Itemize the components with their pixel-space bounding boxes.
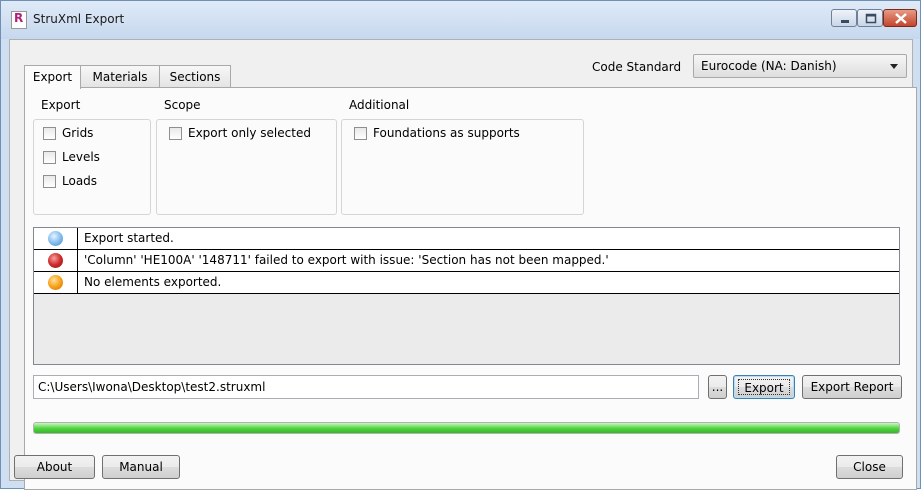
close-icon (895, 13, 907, 24)
tab-sections[interactable]: Sections (159, 65, 231, 88)
error-circle-icon (48, 253, 63, 268)
maximize-button[interactable] (857, 9, 883, 27)
tab-materials[interactable]: Materials (80, 65, 160, 88)
tab-export[interactable]: Export (24, 65, 81, 89)
log-row[interactable]: No elements exported. (34, 272, 899, 294)
additional-group-title: Additional (349, 98, 410, 112)
file-path-input[interactable] (38, 379, 688, 395)
minimize-button[interactable] (831, 9, 857, 27)
progress-fill (34, 423, 899, 433)
window-close-button[interactable] (883, 9, 917, 27)
code-standard-label: Code Standard (592, 60, 682, 74)
warning-circle-icon (48, 275, 63, 290)
log-row[interactable]: 'Column' 'HE100A' '148711' failed to exp… (34, 250, 899, 272)
export-log-list[interactable]: Export started. 'Column' 'HE100A' '14871… (33, 227, 900, 365)
log-row[interactable]: Export started. (34, 228, 899, 250)
export-report-button[interactable]: Export Report (802, 375, 902, 399)
chevron-down-icon (890, 64, 898, 69)
levels-checkbox[interactable] (43, 151, 56, 164)
scope-group-title: Scope (164, 98, 201, 112)
file-path-field[interactable] (33, 375, 699, 399)
minimize-icon (841, 20, 849, 23)
app-logo-letter: R (14, 11, 24, 25)
log-icon-cell (34, 250, 78, 271)
about-button[interactable]: About (14, 455, 95, 479)
info-circle-icon (48, 231, 63, 246)
foundations-as-supports-checkbox[interactable] (354, 127, 367, 140)
export-only-selected-checkbox[interactable] (169, 127, 182, 140)
export-progress-bar (33, 422, 900, 434)
window-title: StruXml Export (33, 12, 125, 26)
export-button[interactable]: Export (733, 375, 795, 399)
export-window: R StruXml Export Code Standard Eurocode … (0, 0, 921, 490)
log-message: No elements exported. (84, 275, 222, 289)
code-standard-select[interactable]: Eurocode (NA: Danish) (693, 54, 907, 78)
app-logo-icon: R (11, 11, 27, 29)
loads-checkbox-label[interactable]: Loads (62, 174, 97, 188)
levels-checkbox-label[interactable]: Levels (62, 150, 100, 164)
manual-button[interactable]: Manual (102, 455, 180, 479)
log-icon-cell (34, 228, 78, 249)
loads-checkbox[interactable] (43, 175, 56, 188)
log-message: 'Column' 'HE100A' '148711' failed to exp… (84, 253, 609, 267)
export-group-title: Export (41, 98, 81, 112)
log-icon-cell (34, 272, 78, 293)
browse-button[interactable]: ... (708, 375, 727, 399)
export-only-selected-label[interactable]: Export only selected (188, 126, 311, 140)
log-message: Export started. (84, 231, 174, 245)
grids-checkbox-label[interactable]: Grids (62, 126, 93, 140)
close-button[interactable]: Close (836, 455, 903, 479)
maximize-icon (865, 13, 877, 24)
title-bar[interactable]: R StruXml Export (1, 1, 920, 39)
grids-checkbox[interactable] (43, 127, 56, 140)
foundations-as-supports-label[interactable]: Foundations as supports (373, 126, 520, 140)
dialog-client-area: Code Standard Eurocode (NA: Danish) Expo… (9, 39, 917, 490)
export-button-label: Export (738, 379, 790, 395)
code-standard-value: Eurocode (NA: Danish) (701, 59, 837, 73)
